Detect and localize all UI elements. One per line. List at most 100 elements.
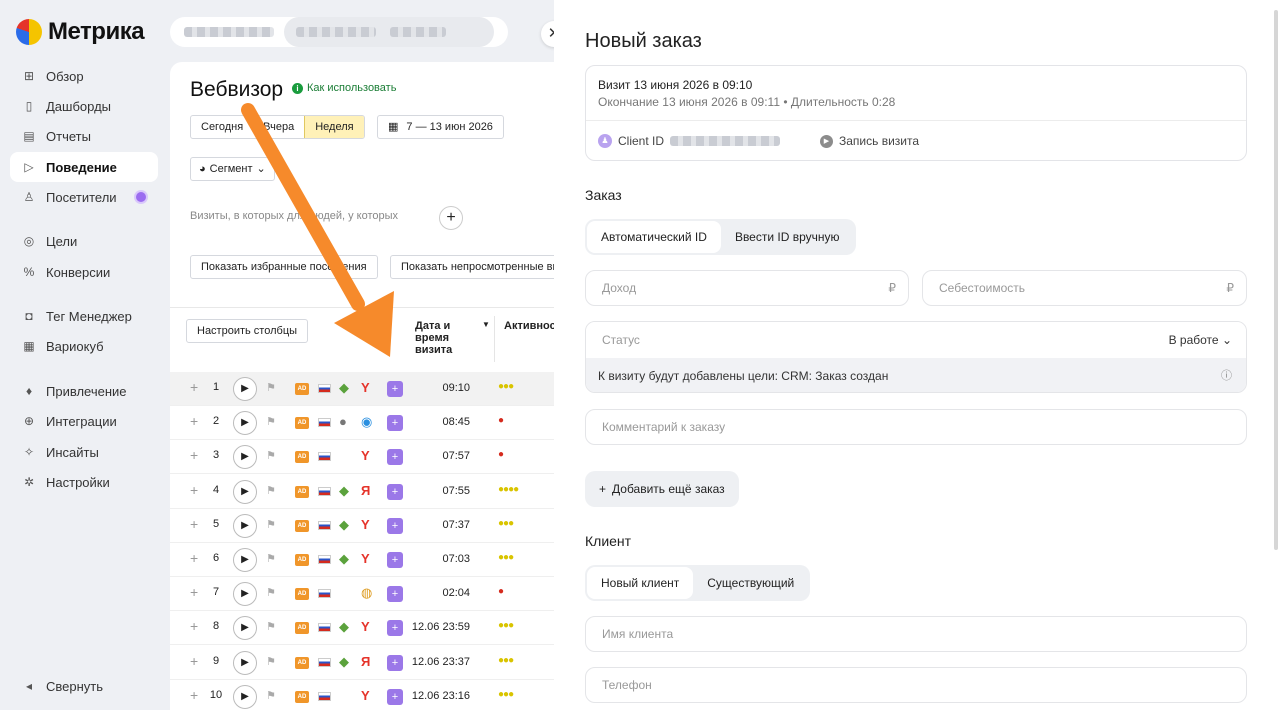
expand-icon[interactable]: + [190, 516, 198, 532]
table-row[interactable]: +2 ▶ ⚑ AD ● ◉ +08:45 ● [170, 406, 570, 441]
add-order-icon[interactable]: + [387, 517, 403, 534]
add-order-icon[interactable]: + [387, 449, 403, 466]
toggle-existing-client[interactable]: Существующий [693, 567, 808, 599]
info-icon[interactable]: ⓘ [1221, 358, 1232, 392]
howto-link[interactable]: i Как использовать [292, 82, 396, 94]
period-today[interactable]: Сегодня [191, 116, 253, 138]
table-row[interactable]: +10 ▶ ⚑ AD Y +12.06 23:16 ●●● [170, 680, 570, 710]
add-order-button[interactable]: + Добавить ещё заказ [585, 471, 739, 507]
flag-icon[interactable]: ⚑ [266, 689, 276, 702]
chevron-down-icon: ⌄ [256, 163, 266, 175]
play-record-button[interactable]: ▶ [233, 548, 257, 572]
column-divider[interactable] [494, 316, 495, 362]
flag-icon[interactable]: ⚑ [266, 415, 276, 428]
flag-icon[interactable]: ⚑ [266, 655, 276, 668]
sidebar-item-acquisition[interactable]: ♦ Привлечение [10, 376, 158, 406]
table-row[interactable]: +5 ▶ ⚑ AD ◆ Y +07:37 ●●● [170, 509, 570, 543]
status-dropdown[interactable]: Статус В работе ⌄ [586, 322, 1246, 358]
table-row[interactable]: +1 ▶ ⚑ AD ◆ Y +09:10 ●●● [170, 372, 570, 406]
visit-record-link[interactable]: ▶ Запись визита [820, 134, 919, 148]
add-order-icon[interactable]: + [387, 586, 403, 603]
table-row[interactable]: +6 ▶ ⚑ AD ◆ Y +07:03 ●●● [170, 543, 570, 577]
sidebar-item-reports[interactable]: ▤ Отчеты [10, 121, 158, 151]
play-record-button[interactable]: ▶ [233, 684, 257, 709]
table-row[interactable]: +4 ▶ ⚑ AD ◆ Я +07:55 ●●●● [170, 475, 570, 509]
sidebar-item-variocube[interactable]: ▦ Вариокуб [10, 331, 158, 361]
expand-icon[interactable]: + [190, 379, 198, 395]
add-filter-button[interactable]: + [439, 206, 463, 230]
add-order-icon[interactable]: + [387, 688, 403, 705]
flag-icon[interactable]: ⚑ [266, 620, 276, 633]
segment-button[interactable]: ◕ Сегмент ⌄ [190, 157, 275, 181]
add-order-icon[interactable]: + [387, 620, 403, 637]
play-record-button[interactable]: ▶ [233, 479, 257, 504]
add-order-icon[interactable]: + [387, 415, 403, 432]
table-row[interactable]: +7 ▶ ⚑ AD ◍ +02:04 ● [170, 577, 570, 612]
column-header-date[interactable]: Дата и время визита [415, 320, 481, 356]
sidebar-item-goals[interactable]: ◎ Цели [10, 226, 158, 256]
flag-icon[interactable]: ⚑ [266, 586, 276, 599]
period-yesterday[interactable]: Вчера [253, 116, 304, 138]
expand-icon[interactable]: + [190, 413, 198, 429]
cost-input[interactable]: Себестоимость ₽ [922, 270, 1247, 306]
sidebar-item-tag-manager[interactable]: ◘ Тег Менеджер [10, 301, 158, 331]
ad-source-icon: AD [295, 690, 309, 703]
visit-time: 07:57 [442, 450, 470, 463]
expand-icon[interactable]: + [190, 687, 198, 703]
show-unwatched-button[interactable]: Показать непросмотренные визиты [390, 255, 570, 279]
logo[interactable]: Метрика [16, 18, 145, 46]
expand-icon[interactable]: + [190, 447, 198, 463]
toggle-auto-id[interactable]: Автоматический ID [587, 221, 721, 253]
sidebar-item-visitors[interactable]: ♙ Посетители [10, 182, 158, 212]
add-order-icon[interactable]: + [387, 552, 403, 568]
table-row[interactable]: +8 ▶ ⚑ AD ◆ Y +12.06 23:59 ●●● [170, 611, 570, 646]
sort-desc-icon[interactable]: ▼ [482, 320, 490, 329]
flag-icon[interactable]: ⚑ [266, 381, 276, 394]
play-record-button[interactable]: ▶ [233, 411, 257, 436]
expand-icon[interactable]: + [190, 653, 198, 669]
sidebar-item-behavior[interactable]: ▷ Поведение [10, 152, 158, 182]
add-order-icon[interactable]: + [387, 381, 403, 397]
comment-input[interactable]: Комментарий к заказу [585, 409, 1247, 445]
expand-icon[interactable]: + [190, 550, 198, 566]
sidebar-item-insights[interactable]: ✧ Инсайты [10, 437, 158, 467]
add-order-icon[interactable]: + [387, 654, 403, 671]
ruble-icon: ₽ [888, 281, 896, 295]
sidebar-item-dashboards[interactable]: ▯ Дашборды [10, 91, 158, 121]
flag-icon[interactable]: ⚑ [266, 518, 276, 531]
panel-scrollbar[interactable] [1274, 10, 1278, 550]
sidebar-item-integrations[interactable]: ⊕ Интеграции [10, 406, 158, 436]
table-row[interactable]: +9 ▶ ⚑ AD ◆ Я +12.06 23:37 ●●● [170, 646, 570, 680]
play-record-button[interactable]: ▶ [233, 445, 257, 470]
flag-icon[interactable]: ⚑ [266, 484, 276, 497]
show-favorites-button[interactable]: Показать избранные посещения [190, 255, 378, 279]
play-record-button[interactable]: ▶ [233, 650, 257, 675]
income-input[interactable]: Доход ₽ [585, 270, 909, 306]
expand-icon[interactable]: + [190, 584, 198, 600]
sidebar-item-settings[interactable]: ✲ Настройки [10, 467, 158, 497]
yandex-browser-icon: Y [361, 448, 370, 464]
configure-columns-button[interactable]: Настроить столбцы [186, 319, 309, 343]
flag-icon[interactable]: ⚑ [266, 449, 276, 462]
target-icon: ◎ [23, 234, 35, 248]
client-name-input[interactable]: Имя клиента [585, 616, 1247, 652]
counter-selector[interactable] [170, 17, 508, 47]
expand-icon[interactable]: + [190, 482, 198, 498]
play-record-button[interactable]: ▶ [233, 377, 257, 401]
play-record-button[interactable]: ▶ [233, 513, 257, 538]
sidebar-item-conversions[interactable]: % Конверсии [10, 257, 158, 287]
play-record-button[interactable]: ▶ [233, 616, 257, 641]
collapse-button[interactable]: ◂ Свернуть [10, 671, 158, 701]
date-range-picker[interactable]: ▦ 7 — 13 июн 2026 [377, 115, 504, 139]
sidebar-item-overview[interactable]: ⊞ Обзор [10, 61, 158, 91]
table-row[interactable]: +3 ▶ ⚑ AD Y +07:57 ● [170, 440, 570, 475]
play-record-button[interactable]: ▶ [233, 582, 257, 607]
period-week[interactable]: Неделя [304, 116, 364, 138]
flag-icon[interactable]: ⚑ [266, 552, 276, 565]
add-order-icon[interactable]: + [387, 483, 403, 500]
phone-input[interactable]: Телефон [585, 667, 1247, 703]
expand-icon[interactable]: + [190, 618, 198, 634]
toggle-new-client[interactable]: Новый клиент [587, 567, 694, 599]
toggle-manual-id[interactable]: Ввести ID вручную [721, 221, 854, 253]
counter-url-field[interactable] [284, 17, 494, 47]
